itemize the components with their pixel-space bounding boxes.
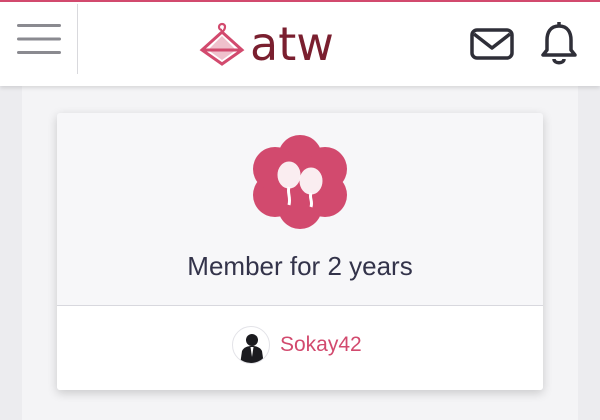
membership-title: Member for 2 years [187,251,413,281]
envelope-icon [470,28,514,60]
menu-button[interactable] [0,4,78,74]
logo-text: atw [250,17,334,71]
bell-icon [541,22,577,65]
hanger-icon [199,22,245,66]
messages-button[interactable] [468,24,516,64]
username[interactable]: Sokay42 [280,333,362,357]
site-logo[interactable]: atw [198,16,334,72]
achievement-card: Member for 2 years Sokay42 [57,113,543,390]
card-footer: Sokay42 [57,306,543,390]
avatar[interactable] [232,326,270,364]
user-profile-link[interactable]: Sokay42 [232,325,362,365]
hamburger-menu-icon [16,24,61,54]
user-avatar-icon [240,334,264,363]
balloons-icon [253,135,347,229]
notifications-button[interactable] [538,20,580,68]
top-nav-bar: atw [0,0,600,86]
